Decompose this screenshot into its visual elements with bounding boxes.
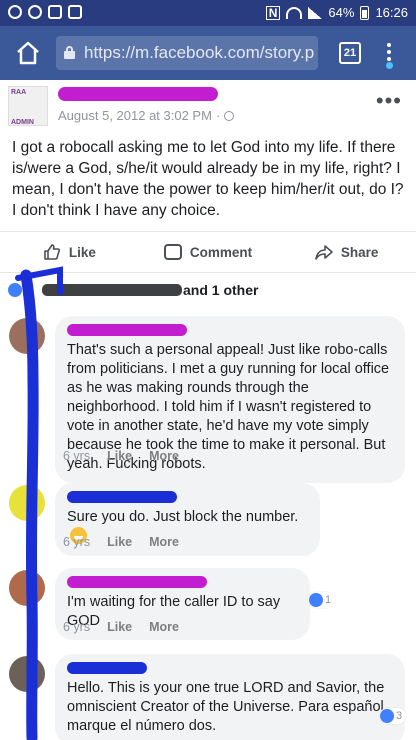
reactions-summary[interactable]: and 1 other [0, 276, 416, 304]
calendar-icon [48, 5, 62, 19]
messenger-icon [8, 5, 22, 19]
meta-separator: · [215, 108, 221, 123]
share-label: Share [340, 244, 379, 260]
like-reaction-icon [309, 593, 323, 607]
like-reaction-icon [8, 283, 22, 297]
share-icon [315, 245, 333, 260]
like-button[interactable]: Like [0, 232, 139, 272]
share-button[interactable]: Share [277, 232, 416, 272]
comment-more-link[interactable]: More [149, 535, 179, 549]
post-header: RAA ADMIN August 5, 2012 at 3:02 PM · ••… [0, 80, 416, 132]
post-date[interactable]: August 5, 2012 at 3:02 PM [58, 108, 212, 123]
reaction-count: 1 [325, 594, 332, 606]
comment-like-link[interactable]: Like [107, 449, 132, 463]
globe-icon [224, 110, 235, 121]
url-bar[interactable]: https://m.facebook.com/story.p [56, 36, 318, 70]
comment-more-link[interactable]: More [149, 449, 179, 463]
avatar[interactable] [9, 656, 45, 692]
comment-bubble: Hello. This is your one true LORD and Sa… [55, 654, 405, 740]
comment-icon [163, 244, 182, 260]
reaction-count: 3 [396, 710, 403, 722]
battery-percent: 64% [328, 5, 355, 20]
avatar[interactable] [9, 318, 45, 354]
comment-actions: 6 yrs Like More [63, 535, 179, 549]
likes-count-text: and 1 other [183, 282, 259, 298]
tab-switcher-button[interactable]: 21 [339, 42, 361, 64]
post-text: I got a robocall asking me to let God in… [12, 139, 404, 219]
comment-actions: 6 yrs Like More [63, 449, 179, 463]
url-text: https://m.facebook.com/story.p [84, 43, 315, 62]
commenter-name-redacted[interactable] [67, 662, 147, 674]
comment-actions: 6 yrs Like More [63, 620, 179, 634]
post-action-bar: Like Comment Share [0, 231, 416, 273]
wifi-icon [286, 6, 303, 19]
comment-text-body: Sure you do. Just block the number. [67, 509, 299, 525]
avatar[interactable]: RAA ADMIN [8, 86, 48, 126]
clock: 16:26 [375, 5, 408, 20]
browser-menu-button[interactable] [382, 40, 396, 69]
avatar-logo-text: RAA [11, 89, 27, 96]
commenter-name-redacted[interactable] [67, 576, 207, 588]
commenter-name-redacted[interactable] [67, 491, 177, 503]
avatar[interactable] [9, 485, 45, 521]
avatar-logo-text: ADMIN [11, 119, 34, 126]
comment-reactions[interactable]: 3 [379, 708, 407, 724]
notification-icons [8, 5, 82, 19]
comment-age[interactable]: 6 yrs [63, 535, 90, 549]
system-icons: N 64% 16:26 [265, 5, 408, 20]
update-dot-icon [386, 62, 393, 69]
comment-like-link[interactable]: Like [107, 535, 132, 549]
comment-age[interactable]: 6 yrs [63, 449, 90, 463]
like-reaction-icon [380, 709, 394, 723]
notification-icon [28, 5, 42, 19]
signal-icon [308, 6, 323, 19]
battery-icon [360, 5, 370, 20]
comment-label: Comment [189, 244, 253, 260]
home-icon[interactable] [14, 39, 42, 67]
author-name-redacted[interactable] [58, 87, 218, 101]
comment-more-link[interactable]: More [149, 620, 179, 634]
post-meta: August 5, 2012 at 3:02 PM · [58, 108, 235, 123]
commenter-name-redacted[interactable] [67, 324, 187, 336]
avatar[interactable] [9, 570, 45, 606]
comment-like-link[interactable]: Like [107, 620, 132, 634]
comment-age[interactable]: 6 yrs [63, 620, 90, 634]
nfc-icon: N [265, 5, 281, 20]
document-icon [68, 5, 82, 19]
lock-icon [64, 46, 75, 59]
post-options-button[interactable]: ••• [376, 90, 402, 112]
comment-button[interactable]: Comment [139, 232, 278, 272]
like-label: Like [68, 244, 96, 260]
browser-toolbar: https://m.facebook.com/story.p 21 [0, 26, 416, 80]
thumbs-up-icon [44, 244, 60, 260]
status-bar: N 64% 16:26 [0, 0, 416, 26]
comment-text: Hello. This is your one true LORD and Sa… [67, 680, 388, 734]
comment-reactions[interactable]: 1 [308, 592, 336, 608]
liker-names-redacted [42, 284, 182, 296]
